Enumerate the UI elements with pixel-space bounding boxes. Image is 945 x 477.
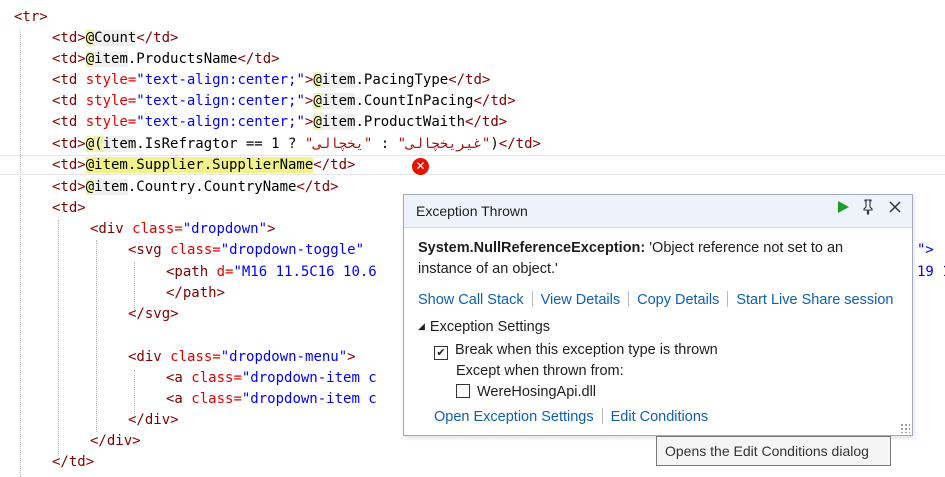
break-checkbox-label: Break when this exception type is thrown [455,342,718,358]
code-line: <a class="dropdown-item c [166,391,377,407]
indent-guide [20,30,21,477]
exception-highlight: @item.Supplier.SupplierName [85,157,314,173]
code-line: <a class="dropdown-item c [166,370,377,386]
code-line-tail: 19 1 [917,264,945,280]
popup-header: Exception Thrown [404,195,912,228]
code-line-tail: "> [917,242,934,258]
indent-guide [96,240,97,432]
code-line: </svg> [128,306,179,322]
exception-popup: Exception Thrown System.NullReferenceExc… [403,194,913,436]
collapse-triangle-icon: ◢ [418,321,425,331]
exception-type: System.NullReferenceException: [418,240,646,256]
code-line: <td>@item.Country.CountryName</td> [52,179,339,195]
code-line: <svg class="dropdown-toggle" [128,242,365,258]
tooltip: Opens the Edit Conditions dialog [656,436,891,466]
code-line: </td> [52,454,95,470]
break-checkbox[interactable]: ✔ [434,346,448,360]
code-line: </path> [166,285,226,301]
action-links: Show Call Stack View Details Copy Details S… [418,291,893,308]
code-line: <path d="M16 11.5C16 10.6 [166,264,377,280]
module-checkbox[interactable] [456,384,470,398]
code-line: <div class="dropdown-menu"> [128,349,356,365]
separator [531,291,533,307]
code-line: <div class="dropdown"> [90,221,276,237]
show-call-stack-link[interactable]: Show Call Stack [418,292,524,308]
edit-conditions-link[interactable]: Edit Conditions [611,409,709,425]
break-checkbox-row[interactable]: ✔ Break when this exception type is throw… [434,342,718,360]
view-details-link[interactable]: View Details [541,292,621,308]
code-line: <td> [52,200,86,216]
separator [727,291,729,307]
settings-links: Open Exception Settings Edit Conditions [434,408,708,425]
exception-settings-heading: Exception Settings [429,319,551,335]
code-line: <td style="text-align:center;">@item.Cou… [52,93,516,109]
start-live-share-link[interactable]: Start Live Share session [736,292,893,308]
copy-details-link[interactable]: Copy Details [637,292,719,308]
module-checkbox-label: WereHosingApi.dll [477,384,597,400]
module-checkbox-row[interactable]: WereHosingApi.dll [456,384,596,400]
exception-settings-toggle[interactable]: ◢ Exception Settings [418,319,550,335]
separator [628,291,630,307]
except-label: Except when thrown from: [456,363,624,379]
error-icon[interactable]: ✕ [412,158,429,175]
code-line: </div> [128,412,179,428]
separator [601,408,603,424]
open-exception-settings-link[interactable]: Open Exception Settings [434,409,594,425]
popup-title: Exception Thrown [416,203,528,219]
code-line: <tr> [14,9,48,25]
code-line: <td style="text-align:center;">@item.Pac… [52,72,491,88]
code-line: <td>@Count</td> [52,30,179,46]
code-line: <td style="text-align:center;">@item.Pro… [52,114,508,130]
close-icon[interactable] [884,199,906,221]
code-line: </div> [90,433,141,449]
indent-guide [58,220,59,456]
exception-message: System.NullReferenceException: 'Object r… [418,238,878,280]
code-line: <td>@(item.IsRefragtor == 1 ? "یخچالی" :… [52,136,541,152]
pin-icon[interactable] [857,199,879,221]
resize-grip-icon[interactable] [900,423,910,433]
play-icon[interactable] [832,199,854,221]
code-line-error: <td>@item.Supplier.SupplierName</td> [52,157,356,173]
code-line: <td>@item.ProductsName</td> [52,51,280,67]
